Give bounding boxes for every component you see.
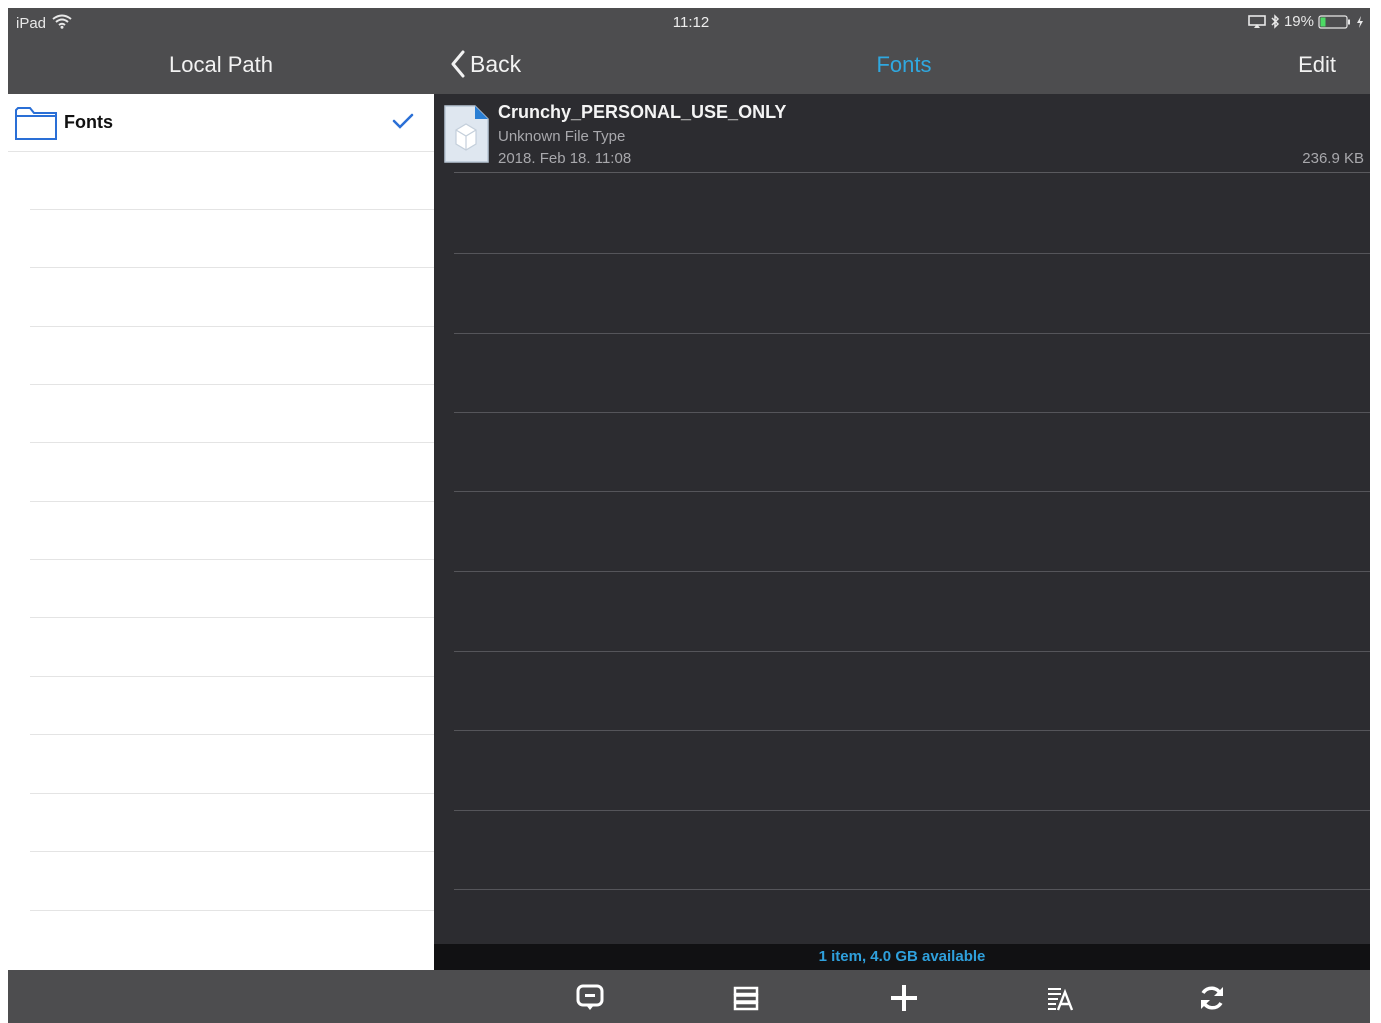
empty-row [30, 560, 434, 618]
back-label: Back [470, 50, 522, 77]
device-label: iPad [16, 15, 47, 32]
empty-row [30, 677, 434, 735]
empty-row [30, 152, 434, 210]
empty-row [30, 853, 434, 911]
empty-row [454, 333, 1370, 413]
charging-icon [1357, 15, 1363, 28]
file-row[interactable]: Crunchy_PERSONAL_USE_ONLY Unknown File T… [434, 94, 1370, 174]
empty-row [30, 210, 434, 268]
file-browser-panel: 11:12 19% Back Fonts Edit Crunchy_PERSON… [434, 8, 1370, 1023]
file-date: 2018. Feb 18. 11:08 [498, 150, 632, 167]
edit-button[interactable]: Edit [1298, 52, 1336, 78]
app-window: iPad Local Path Fonts 11:12 19% Back Fon… [8, 8, 1370, 1023]
empty-row [454, 412, 1370, 492]
checkmark-icon [392, 113, 414, 129]
folder-label: Fonts [64, 112, 113, 132]
empty-row [30, 327, 434, 385]
file-name: Crunchy_PERSONAL_USE_ONLY [498, 102, 787, 122]
battery-percent: 19% [1283, 13, 1314, 30]
empty-row [454, 174, 1370, 254]
left-nav-bar: iPad Local Path [8, 8, 434, 94]
back-button[interactable]: Back [450, 50, 521, 78]
file-list: Crunchy_PERSONAL_USE_ONLY Unknown File T… [434, 94, 1370, 944]
list-item-fonts-folder[interactable]: Fonts [8, 94, 434, 152]
battery-icon [1318, 14, 1350, 29]
refresh-icon [1201, 986, 1223, 1010]
file-type: Unknown File Type [498, 128, 626, 145]
bluetooth-icon [1271, 14, 1280, 29]
sort-button[interactable] [1044, 982, 1076, 1014]
comment-icon [576, 984, 604, 1010]
empty-row [30, 385, 434, 443]
add-icon [891, 985, 917, 1011]
empty-row [454, 731, 1370, 811]
sort-icon [1048, 988, 1074, 1011]
empty-row [454, 254, 1370, 334]
empty-row [454, 572, 1370, 652]
chevron-left-icon [451, 50, 465, 78]
empty-row [454, 492, 1370, 572]
folder-icon [15, 107, 57, 140]
right-nav-bar: 11:12 19% Back Fonts Edit [434, 8, 1370, 94]
left-bottom-bar [8, 970, 434, 1023]
empty-row [454, 810, 1370, 890]
status-bar-left: iPad [16, 14, 72, 33]
add-button[interactable] [888, 982, 920, 1014]
folder-list: Fonts [8, 94, 434, 970]
refresh-button[interactable] [1196, 982, 1228, 1014]
empty-row [30, 794, 434, 852]
left-panel-title: Local Path [169, 52, 273, 77]
local-path-panel: iPad Local Path Fonts [8, 8, 434, 1023]
list-view-button[interactable] [730, 982, 762, 1014]
empty-row [30, 619, 434, 677]
empty-row [30, 502, 434, 560]
storage-info-bar: 1 item, 4.0 GB available [434, 944, 1370, 970]
wifi-icon [52, 14, 72, 33]
empty-row [30, 269, 434, 327]
comment-button[interactable] [574, 982, 606, 1014]
status-bar-right: 19% [1248, 13, 1364, 30]
list-view-icon [733, 986, 759, 1011]
unknown-file-icon [444, 105, 489, 163]
empty-row [30, 444, 434, 502]
empty-row [30, 736, 434, 794]
page-title: Fonts [876, 52, 932, 77]
empty-row [454, 651, 1370, 731]
bottom-toolbar [434, 970, 1370, 1023]
status-time: 11:12 [672, 14, 710, 31]
file-size: 236.9 KB [1302, 150, 1364, 167]
row-divider [454, 172, 1370, 173]
airplay-icon [1248, 14, 1266, 28]
